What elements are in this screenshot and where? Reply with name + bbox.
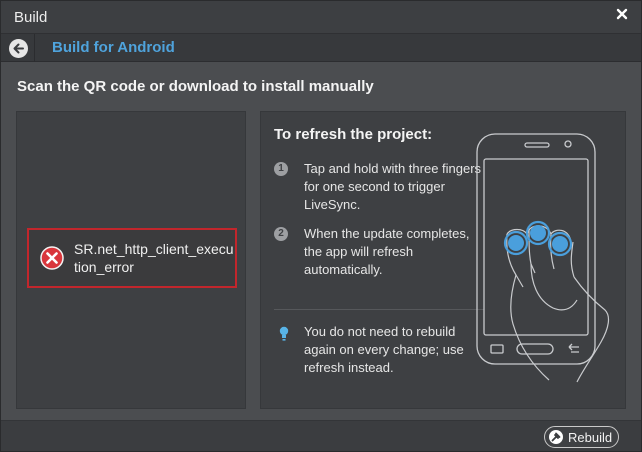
- qr-panel: SR.net_http_client_execution_error: [16, 111, 246, 409]
- error-icon: [40, 246, 64, 270]
- phone-gesture-illustration: [476, 133, 610, 383]
- footer-bar: Rebuild: [1, 420, 641, 451]
- step-number: 2: [274, 227, 288, 241]
- step-text: Tap and hold with three fingers for one …: [304, 161, 482, 212]
- back-arrow-icon: [13, 43, 24, 54]
- rebuild-icon: [548, 429, 564, 445]
- error-message-box: SR.net_http_client_execution_error: [27, 228, 237, 288]
- breadcrumb: Build for Android: [1, 34, 641, 62]
- title-bar: Build: [1, 1, 641, 34]
- back-button[interactable]: [9, 39, 28, 58]
- instructions-title: To refresh the project:: [274, 126, 433, 143]
- error-text: SR.net_http_client_execution_error: [74, 241, 234, 275]
- window-title: Build: [14, 9, 48, 26]
- rebuild-label: Rebuild: [568, 430, 613, 445]
- rebuild-button[interactable]: Rebuild: [544, 426, 619, 448]
- tip-text: You do not need to rebuild again on ever…: [304, 324, 464, 375]
- breadcrumb-divider: [34, 34, 44, 62]
- step-text: When the update completes, the app will …: [304, 226, 470, 277]
- build-dialog: Build Build for Android Scan the QR code…: [0, 0, 642, 452]
- page-title: Scan the QR code or download to install …: [17, 78, 374, 95]
- step-number: 1: [274, 162, 288, 176]
- breadcrumb-current: Build for Android: [52, 39, 175, 56]
- close-icon[interactable]: [614, 6, 630, 22]
- instructions-panel: To refresh the project: 1 Tap and hold w…: [260, 111, 626, 409]
- divider: [274, 309, 484, 310]
- lightbulb-icon: [279, 326, 289, 342]
